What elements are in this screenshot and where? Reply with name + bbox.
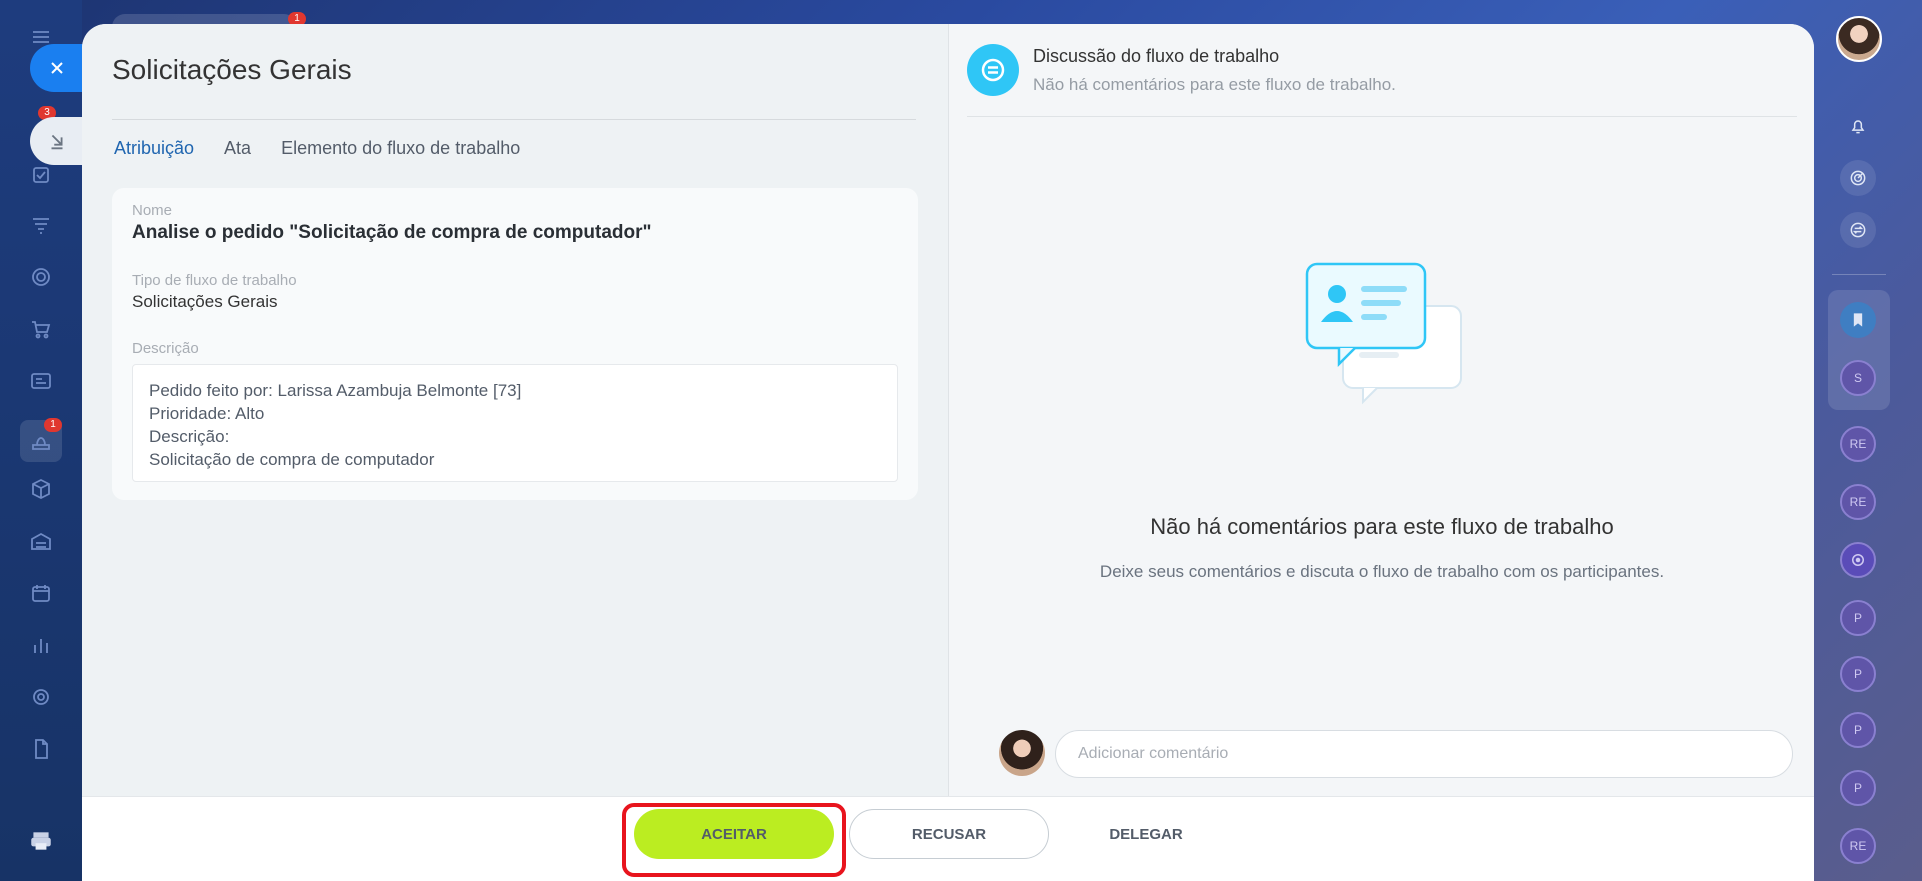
print-icon[interactable] — [26, 826, 56, 856]
empty-state-subtitle: Deixe seus comentários e discuta o fluxo… — [1099, 562, 1665, 581]
bell-icon[interactable] — [1840, 108, 1876, 144]
empty-state-title: Não há comentários para este fluxo de tr… — [1150, 514, 1614, 539]
contact-card-icon[interactable] — [26, 366, 56, 396]
close-button[interactable] — [30, 44, 84, 92]
delegate-button[interactable]: DELEGAR — [1086, 809, 1206, 859]
right-sidebar-separator — [1832, 274, 1886, 275]
chat-avatar-p-4[interactable]: P — [1840, 770, 1876, 806]
description-line: Descrição: — [149, 427, 230, 446]
page-title: Solicitações Gerais — [112, 54, 352, 85]
task-details-pane: Solicitações Gerais Atribuição Ata Eleme… — [82, 24, 948, 796]
chat-avatar-p-3[interactable]: P — [1840, 712, 1876, 748]
chat-avatar-p-2[interactable]: P — [1840, 656, 1876, 692]
description-line: Solicitação de compra de computador — [149, 450, 435, 469]
chat-avatar-p-1[interactable]: P — [1840, 600, 1876, 636]
tab-workflow-element[interactable]: Elemento do fluxo de trabalho — [281, 138, 520, 159]
minimize-button[interactable] — [30, 117, 84, 165]
description-line: Pedido feito por: Larissa Azambuja Belmo… — [149, 381, 522, 400]
settings-icon[interactable] — [26, 682, 56, 712]
discussion-divider — [967, 116, 1797, 117]
group-chat-icon — [1852, 554, 1864, 566]
calendar-icon[interactable] — [26, 578, 56, 608]
user-avatar[interactable] — [1836, 16, 1882, 62]
cart-icon[interactable] — [26, 314, 56, 344]
tab-log[interactable]: Ata — [224, 138, 251, 159]
tab-assignment[interactable]: Atribuição — [114, 138, 194, 159]
comment-input[interactable] — [1055, 730, 1793, 778]
type-value: Solicitações Gerais — [132, 292, 278, 311]
description-label: Descrição — [132, 340, 199, 357]
chat-avatar-re-3[interactable]: RE — [1840, 828, 1876, 864]
tab-bar: Atribuição Ata Elemento do fluxo de trab… — [114, 138, 520, 159]
discussion-title: Discussão do fluxo de trabalho — [1033, 46, 1280, 66]
chat-avatar-re-1[interactable]: RE — [1840, 426, 1876, 462]
decline-button[interactable]: RECUSAR — [849, 809, 1049, 859]
action-bar: ACEITAR RECUSAR DELEGAR — [82, 796, 1814, 881]
name-label: Nome — [132, 202, 173, 219]
commenter-avatar — [999, 730, 1045, 776]
radar-icon[interactable] — [1840, 160, 1876, 196]
bookmark-icon[interactable] — [1840, 302, 1876, 338]
title-divider — [112, 119, 916, 120]
description-box: Pedido feito por: Larissa Azambuja Belmo… — [132, 364, 898, 482]
funnel-icon[interactable] — [26, 210, 56, 240]
description-line: Prioridade: Alto — [149, 404, 265, 423]
warehouse-icon[interactable] — [26, 526, 56, 556]
box-icon[interactable] — [26, 474, 56, 504]
empty-comments-illustration-icon — [1305, 262, 1462, 405]
arrow-down-right-icon — [51, 134, 63, 150]
discussion-subtitle: Não há comentários para este fluxo de tr… — [1033, 75, 1396, 94]
chat-avatar-re-2[interactable]: RE — [1840, 484, 1876, 520]
workflow-panel: Solicitações Gerais Atribuição Ata Eleme… — [82, 24, 1814, 881]
bar-chart-icon[interactable] — [26, 630, 56, 660]
workflow-badge: 1 — [44, 418, 62, 432]
accept-highlight-frame — [622, 803, 846, 877]
close-icon — [51, 62, 63, 74]
discussion-icon — [967, 44, 1019, 96]
sync-icon[interactable] — [1840, 212, 1876, 248]
type-label: Tipo de fluxo de trabalho — [132, 272, 297, 289]
target-icon[interactable] — [26, 262, 56, 292]
chat-avatar-group[interactable] — [1840, 542, 1876, 578]
document-icon[interactable] — [26, 734, 56, 764]
details-card: Nome Analise o pedido "Solicitação de co… — [112, 188, 918, 500]
name-value: Analise o pedido "Solicitação de compra … — [132, 222, 652, 243]
chat-avatar-s[interactable]: S — [1840, 360, 1876, 396]
discussion-pane: Discussão do fluxo de trabalho Não há co… — [948, 24, 1814, 796]
